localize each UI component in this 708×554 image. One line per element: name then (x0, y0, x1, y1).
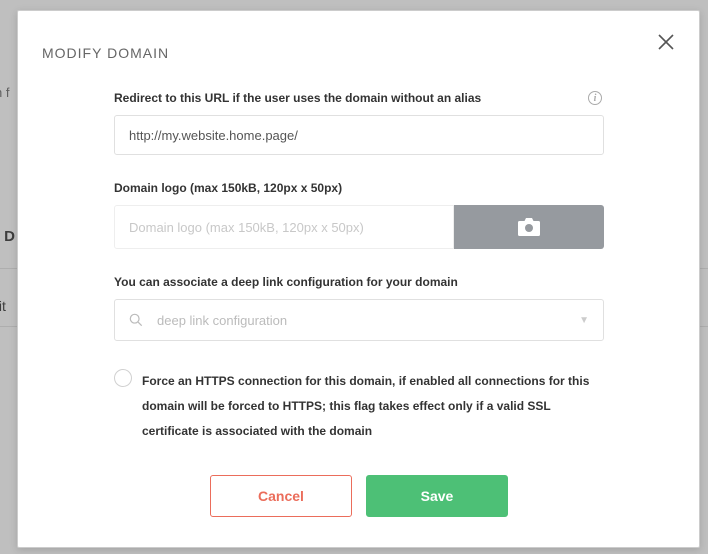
deeplink-label: You can associate a deep link configurat… (114, 275, 458, 289)
force-https-label: Force an HTTPS connection for this domai… (142, 369, 604, 445)
redirect-field: Redirect to this URL if the user uses th… (114, 91, 604, 155)
form-area: Redirect to this URL if the user uses th… (114, 91, 604, 517)
search-icon (129, 313, 143, 327)
logo-filename-display: Domain logo (max 150kB, 120px x 50px) (114, 205, 454, 249)
redirect-label: Redirect to this URL if the user uses th… (114, 91, 481, 105)
deeplink-label-row: You can associate a deep link configurat… (114, 275, 604, 289)
logo-label-row: Domain logo (max 150kB, 120px x 50px) (114, 181, 604, 195)
button-row: Cancel Save (114, 475, 604, 517)
deeplink-placeholder: deep link configuration (157, 313, 579, 328)
cancel-button[interactable]: Cancel (210, 475, 352, 517)
logo-field: Domain logo (max 150kB, 120px x 50px) Do… (114, 181, 604, 249)
info-icon[interactable]: i (588, 91, 602, 105)
logo-row: Domain logo (max 150kB, 120px x 50px) (114, 205, 604, 249)
upload-logo-button[interactable] (454, 205, 604, 249)
camera-icon (517, 217, 541, 237)
save-button[interactable]: Save (366, 475, 508, 517)
deeplink-select[interactable]: deep link configuration ▼ (114, 299, 604, 341)
modal-title: MODIFY DOMAIN (42, 45, 169, 61)
deeplink-field: You can associate a deep link configurat… (114, 275, 604, 341)
force-https-field: Force an HTTPS connection for this domai… (114, 369, 604, 445)
modify-domain-modal: MODIFY DOMAIN Redirect to this URL if th… (17, 10, 700, 548)
redirect-url-input[interactable] (114, 115, 604, 155)
force-https-checkbox[interactable] (114, 369, 132, 387)
close-button[interactable] (657, 33, 677, 53)
close-icon (657, 33, 675, 51)
logo-label: Domain logo (max 150kB, 120px x 50px) (114, 181, 342, 195)
chevron-down-icon: ▼ (579, 315, 589, 326)
redirect-label-row: Redirect to this URL if the user uses th… (114, 91, 604, 105)
